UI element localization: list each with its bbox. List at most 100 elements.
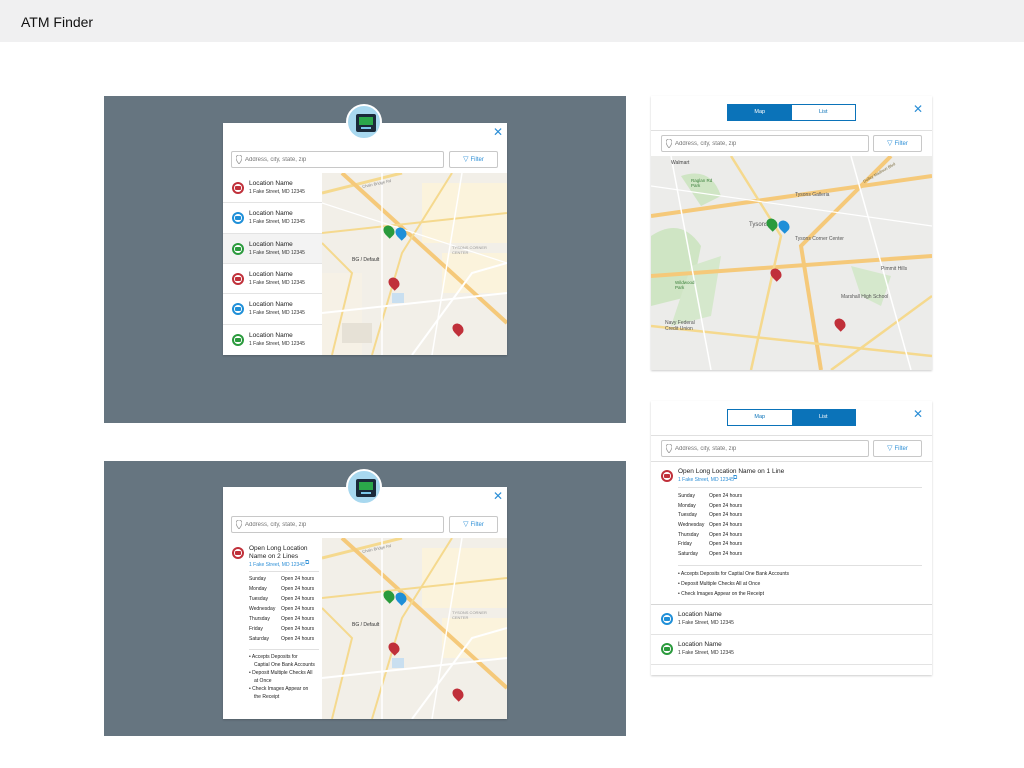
location-list: Location Name 1 Fake Street, MD 12345 Lo… — [223, 173, 322, 355]
list-item[interactable]: Location Name 1 Fake Street, MD 12345 — [223, 294, 322, 325]
list-item[interactable]: Location Name 1 Fake Street, MD 12345 — [651, 605, 932, 635]
atm-red-icon — [232, 182, 244, 194]
list-item[interactable]: Location Name 1 Fake Street, MD 12345 — [223, 264, 322, 294]
search-input[interactable] — [675, 137, 865, 150]
map-label-pimmit-hills: Pimmit Hills — [881, 266, 908, 272]
expanded-location[interactable]: Open Long Location Name on 1 Line 1 Fake… — [651, 462, 932, 604]
location-address: 1 Fake Street, MD 12345 — [249, 280, 305, 286]
search-input[interactable] — [675, 442, 865, 455]
location-address: 1 Fake Street, MD 12345 — [678, 650, 734, 656]
list-item[interactable]: Location Name 1 Fake Street, MD 12345 — [223, 203, 322, 234]
list-item[interactable]: Location Name 1 Fake Street, MD 12345 — [651, 635, 932, 665]
atm-blue-icon — [661, 613, 673, 625]
view-toggle: Map List — [727, 409, 856, 426]
atm-green-icon — [232, 334, 244, 346]
location-pin-icon — [236, 520, 242, 529]
search-input[interactable] — [245, 518, 440, 531]
search-field[interactable] — [231, 516, 444, 533]
map-label-tysons-corner: TYSONS CORNER CENTER — [452, 610, 487, 620]
location-detail: Open Long Location Name on 2 Lines 1 Fak… — [223, 538, 322, 719]
location-name: Location Name — [249, 210, 293, 217]
map-view[interactable]: Walmart Raglan Rd Park Tysons Galleria T… — [651, 156, 932, 370]
search-input[interactable] — [245, 153, 440, 166]
tab-list[interactable]: List — [792, 105, 856, 120]
location-name: Location Name — [249, 301, 293, 308]
detail-name-line1: Open Long Location — [249, 545, 308, 552]
filter-button[interactable]: ▽ Filter — [873, 440, 922, 457]
hours-table: Sunday Open 24 hours Monday Open 24 hours … — [249, 576, 315, 642]
mobile-panel-list: Map List ✕ ▽Filter Open Long Location Na… — [651, 401, 932, 675]
tab-list[interactable]: List — [791, 410, 855, 425]
divider — [651, 130, 932, 131]
atm-blue-icon — [232, 212, 244, 224]
desktop-panel-detail: ✕ ▽Filter Open Long Location Name on 2 L… — [223, 487, 507, 719]
map-label-tysons-galleria: Tysons Galleria — [795, 192, 830, 198]
filter-icon: ▽ — [887, 445, 893, 452]
close-icon[interactable]: ✕ — [493, 490, 503, 502]
map-label-raglan: Raglan Rd Park — [691, 178, 713, 188]
mobile-panel-map: Map List ✕ ▽Filter Walmart Raglan Rd Par… — [651, 96, 932, 370]
location-name: Location Name — [678, 611, 722, 618]
hours-table: Sunday Open 24 hours Monday Open 24 hours … — [678, 493, 743, 557]
atm-green-icon — [661, 643, 673, 655]
detail-address-link[interactable]: 1 Fake Street, MD 12345 — [249, 562, 305, 568]
search-field[interactable] — [661, 135, 869, 152]
map-label-tcc: Tysons Corner Center — [795, 236, 844, 242]
close-icon[interactable]: ✕ — [493, 126, 503, 138]
filter-icon: ▽ — [887, 140, 893, 147]
location-name: Location Name — [249, 241, 293, 248]
map-view[interactable]: Chain Bridge Rd TYSONS CORNER CENTER BG … — [322, 538, 507, 719]
atm-red-icon — [232, 273, 244, 285]
tab-map[interactable]: Map — [728, 105, 792, 120]
location-pin-icon — [236, 155, 242, 164]
app-header: ATM Finder — [0, 0, 1024, 42]
list-item[interactable]: Location Name 1 Fake Street, MD 12345 — [223, 325, 322, 355]
divider — [678, 565, 922, 566]
close-icon[interactable]: ✕ — [913, 408, 923, 420]
search-field[interactable] — [661, 440, 869, 457]
location-name: Location Name — [249, 332, 293, 339]
filter-button[interactable]: ▽ Filter — [449, 151, 498, 168]
location-pin-icon — [666, 444, 672, 453]
atm-red-icon — [232, 547, 244, 559]
atm-green-icon — [232, 243, 244, 255]
filter-button[interactable]: ▽ Filter — [449, 516, 498, 533]
location-name: Location Name — [678, 641, 722, 648]
detail-address-link[interactable]: 1 Fake Street, MD 12345 — [678, 477, 734, 483]
close-icon[interactable]: ✕ — [913, 103, 923, 115]
divider — [249, 649, 319, 650]
map-view[interactable]: Chain Bridge Rd TYSONS CORNER CENTER BG … — [322, 173, 507, 355]
divider — [249, 571, 319, 572]
map-label-marshall: Marshall High School — [841, 294, 889, 300]
external-link-icon[interactable]: ⧉ — [733, 475, 737, 482]
external-link-icon[interactable]: ⧉ — [305, 560, 309, 567]
list-item[interactable]: Location Name 1 Fake Street, MD 12345 — [223, 173, 322, 203]
atm-blue-icon — [232, 303, 244, 315]
divider — [651, 435, 932, 436]
filter-icon: ▽ — [463, 156, 469, 163]
location-name: Location Name — [249, 180, 293, 187]
map-tiles — [651, 156, 932, 370]
atm-red-icon — [661, 470, 673, 482]
location-address: 1 Fake Street, MD 12345 — [249, 219, 305, 225]
filter-button[interactable]: ▽ Filter — [873, 135, 922, 152]
atm-badge-icon — [346, 469, 382, 505]
search-field[interactable] — [231, 151, 444, 168]
filter-icon: ▽ — [463, 521, 469, 528]
location-address: 1 Fake Street, MD 12345 — [249, 341, 305, 347]
location-address: 1 Fake Street, MD 12345 — [249, 189, 305, 195]
map-label-wildwood: Wildwood Park — [675, 280, 695, 290]
location-address: 1 Fake Street, MD 12345 — [249, 310, 305, 316]
location-pin-icon — [666, 139, 672, 148]
map-tiles — [322, 538, 507, 719]
app-title: ATM Finder — [21, 14, 94, 30]
map-label-bg-default: BG / Default — [352, 622, 380, 628]
divider — [678, 487, 922, 488]
desktop-panel-list: ✕ ▽Filter Location Name 1 Fake Street, M… — [223, 123, 507, 355]
location-name: Location Name — [249, 271, 293, 278]
tab-map[interactable]: Map — [728, 410, 792, 425]
detail-name-line2: Name on 2 Lines — [249, 553, 299, 560]
list-item[interactable]: Location Name 1 Fake Street, MD 12345 — [223, 234, 322, 264]
atm-badge-icon — [346, 104, 382, 140]
location-address: 1 Fake Street, MD 12345 — [249, 250, 305, 256]
